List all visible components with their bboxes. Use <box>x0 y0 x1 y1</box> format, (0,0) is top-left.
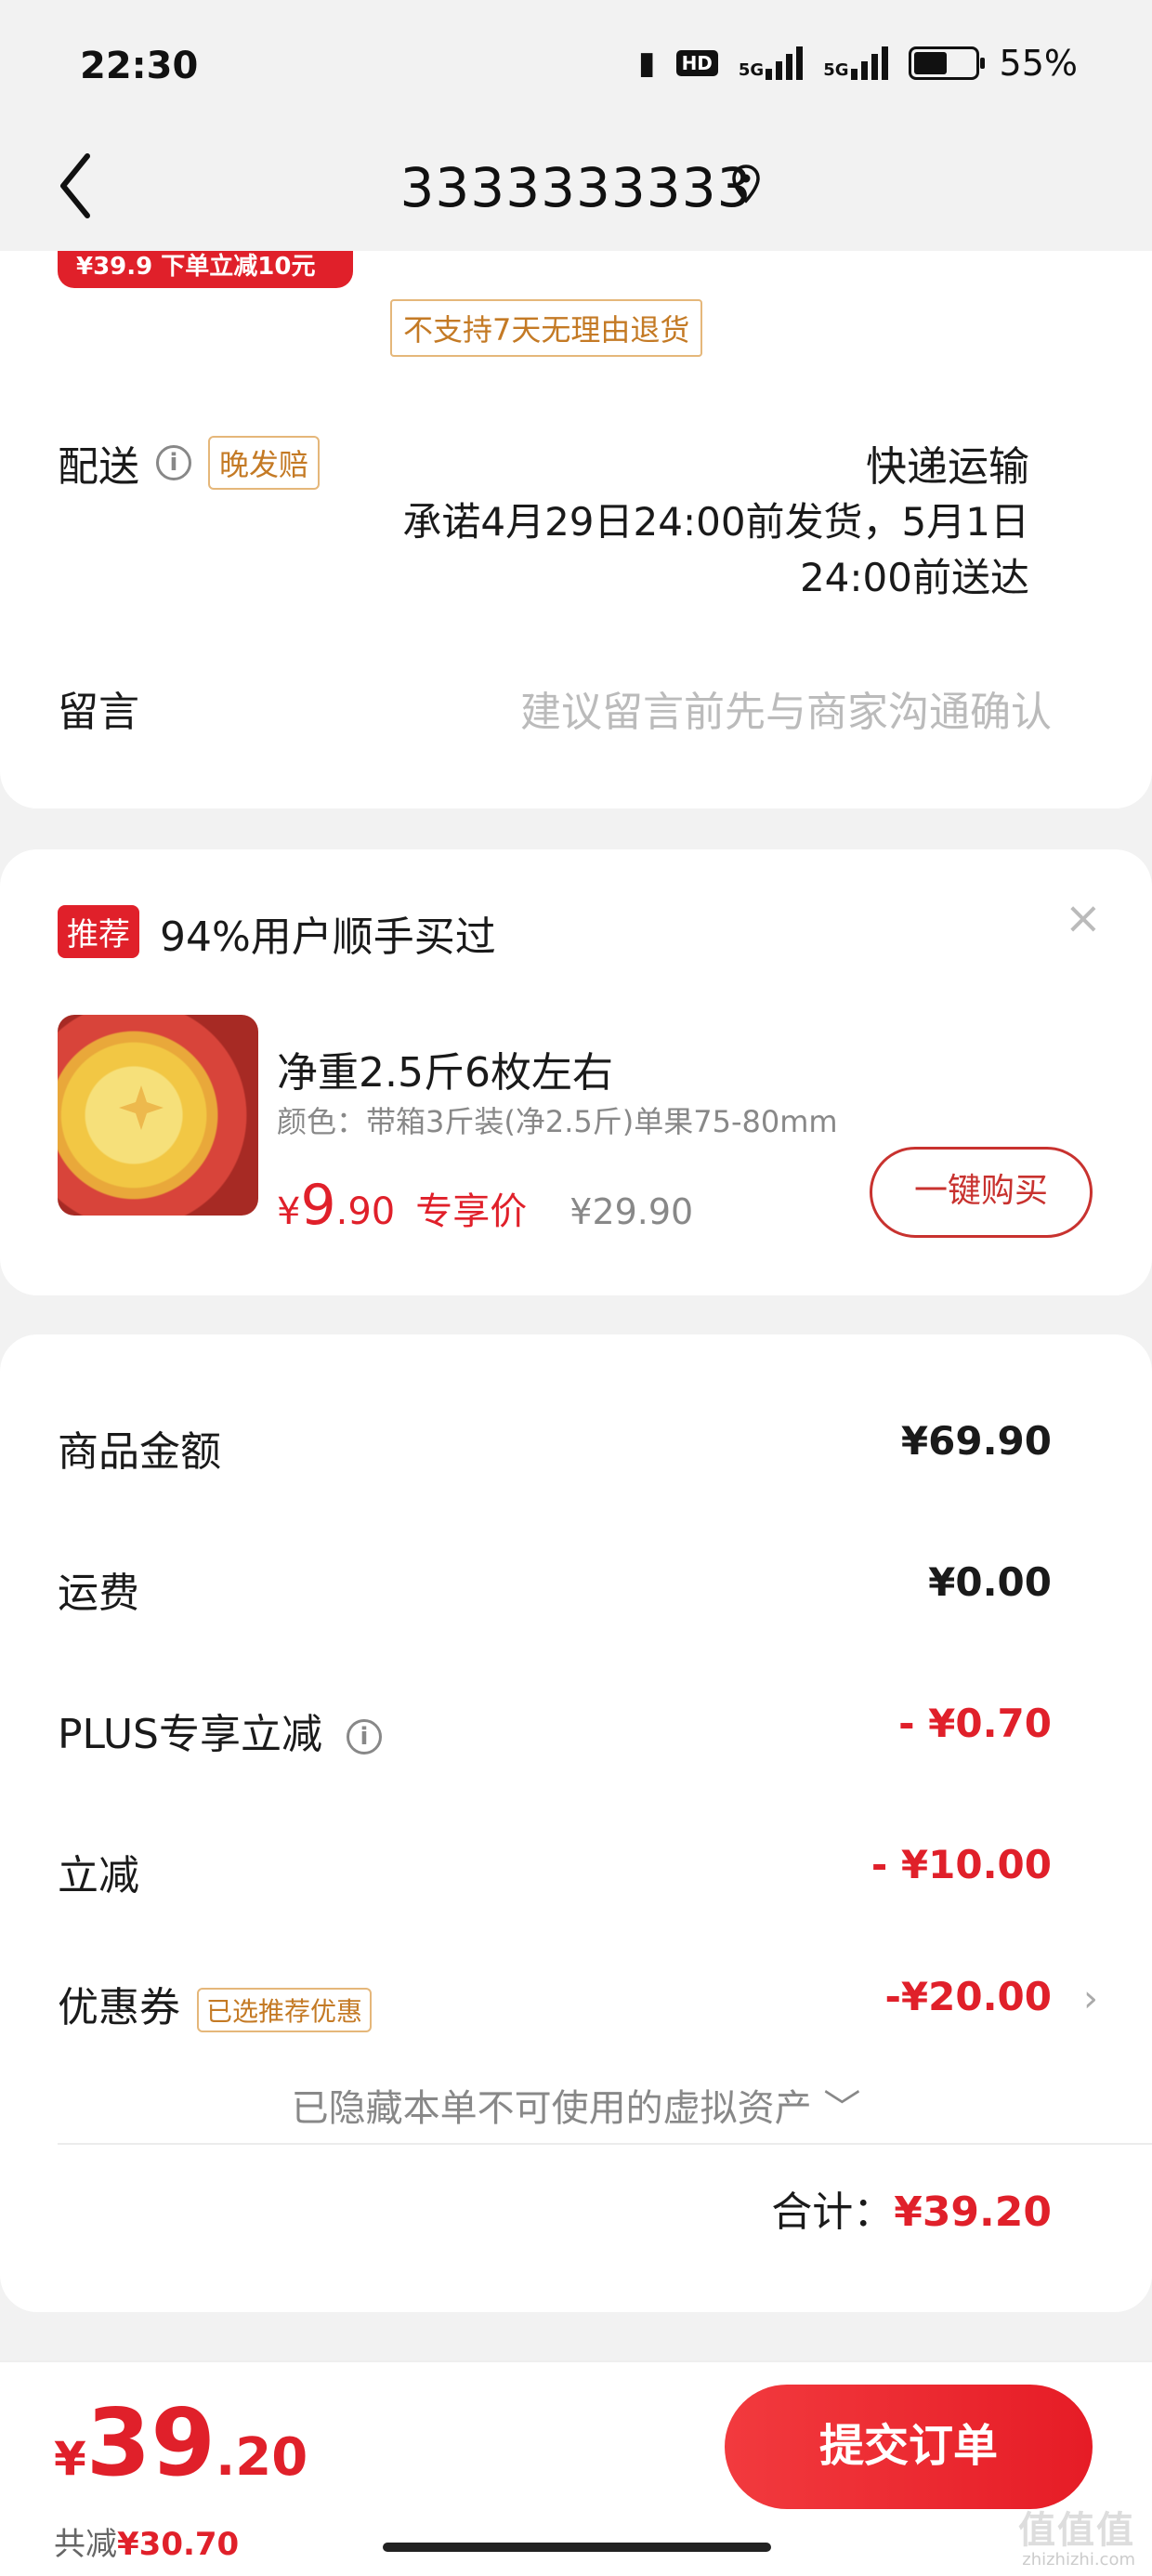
product-image[interactable] <box>58 1015 258 1216</box>
location-pin-icon[interactable] <box>730 164 762 204</box>
hd-icon: HD <box>675 50 718 76</box>
recommend-title: 94%用户顺手买过 <box>160 913 496 961</box>
shipping-value: ¥0.00 <box>928 1559 1052 1605</box>
info-icon[interactable]: i <box>156 445 191 480</box>
delivery-row: 配送 i 晚发赔 <box>58 433 321 493</box>
exclusive-price-label: 专享价 <box>415 1190 528 1233</box>
total-value: ¥39.20 <box>894 2188 1052 2236</box>
vibrate-icon: ▮ <box>637 45 656 82</box>
total-saved: 共减¥30.70 <box>54 2526 240 2563</box>
address-title[interactable]: 3333333333 <box>0 156 1152 219</box>
signal-icon-2: 5G <box>823 46 888 80</box>
watermark-logo: 值值值 <box>1018 2509 1135 2552</box>
clock: 22:30 <box>80 45 199 87</box>
signal-icon-1: 5G <box>739 46 804 80</box>
coupon-tag: 已选推荐优惠 <box>197 1988 373 2032</box>
recommend-card: 推荐 94%用户顺手买过 × 净重2.5斤6枚左右 颜色：带箱3斤装(净2.5斤… <box>0 849 1152 1295</box>
watermark-url: zhizhizhi.com <box>1022 2550 1135 2569</box>
delivery-promise: 承诺4月29日24:00前发货，5月1日24:00前送达 <box>402 499 1029 600</box>
promo-strip: ¥39.9 下单立减10元 <box>58 251 353 288</box>
price-summary-card: 商品金额 ¥69.90 运费 ¥0.00 PLUS专享立减 i - ¥0.70 … <box>0 1334 1152 2312</box>
message-input[interactable]: 建议留言前先与商家沟通确认 <box>520 678 1052 738</box>
instant-discount-label: 立减 <box>58 1852 139 1899</box>
late-compensation-tag: 晚发赔 <box>208 436 321 490</box>
plus-discount-value: - ¥0.70 <box>898 1701 1052 1746</box>
order-info-card: ¥39.9 下单立减10元 不支持7天无理由退货 配送 i 晚发赔 快递运输 承… <box>0 251 1152 808</box>
plus-discount-label: PLUS专享立减 i <box>58 1701 382 1760</box>
status-bar: 22:30 ▮ HD 5G 5G 55% <box>0 0 1152 121</box>
goods-amount-value: ¥69.90 <box>900 1418 1052 1464</box>
recommend-tag: 推荐 <box>58 905 139 958</box>
delivery-label: 配送 <box>58 443 139 491</box>
product-price-row: ¥9.90 专享价 ¥29.90 <box>277 1173 693 1238</box>
battery-percent: 55% <box>999 43 1078 84</box>
chevron-right-icon[interactable]: › <box>1083 1978 1098 2020</box>
battery-icon <box>908 46 985 80</box>
submit-order-button[interactable]: 提交订单 <box>725 2385 1093 2509</box>
coupon-label: 优惠券 已选推荐优惠 <box>58 1974 373 2033</box>
one-click-buy-button[interactable]: 一键购买 <box>870 1147 1093 1238</box>
home-indicator[interactable] <box>383 2543 771 2552</box>
goods-amount-label: 商品金额 <box>58 1428 221 1476</box>
product-spec: 颜色：带箱3斤装(净2.5斤)单果75-80mm <box>277 1104 838 1139</box>
hidden-assets-toggle[interactable]: 已隐藏本单不可使用的虚拟资产 ﹀ <box>0 2078 1152 2132</box>
delivery-method[interactable]: 快递运输 <box>866 433 1029 493</box>
status-icons: ▮ HD 5G 5G 55% <box>638 43 1078 84</box>
message-label: 留言 <box>58 689 139 736</box>
product-name[interactable]: 净重2.5斤6枚左右 <box>277 1039 613 1098</box>
instant-discount-value: - ¥10.00 <box>871 1842 1052 1887</box>
divider <box>58 2143 1152 2145</box>
shipping-label: 运费 <box>58 1570 139 1617</box>
close-icon[interactable]: × <box>1065 892 1102 944</box>
original-price: ¥29.90 <box>569 1191 694 1232</box>
no-return-tag: 不支持7天无理由退货 <box>390 299 703 357</box>
header: 3333333333 <box>0 121 1152 251</box>
total-row: 合计：¥39.20 <box>771 2178 1052 2238</box>
exclusive-price: ¥9.90 <box>277 1173 396 1238</box>
final-price: ¥39.20 <box>54 2388 308 2497</box>
coupon-value: -¥20.00 <box>884 1974 1052 2019</box>
info-icon[interactable]: i <box>347 1719 382 1755</box>
total-label: 合计： <box>771 2188 895 2236</box>
